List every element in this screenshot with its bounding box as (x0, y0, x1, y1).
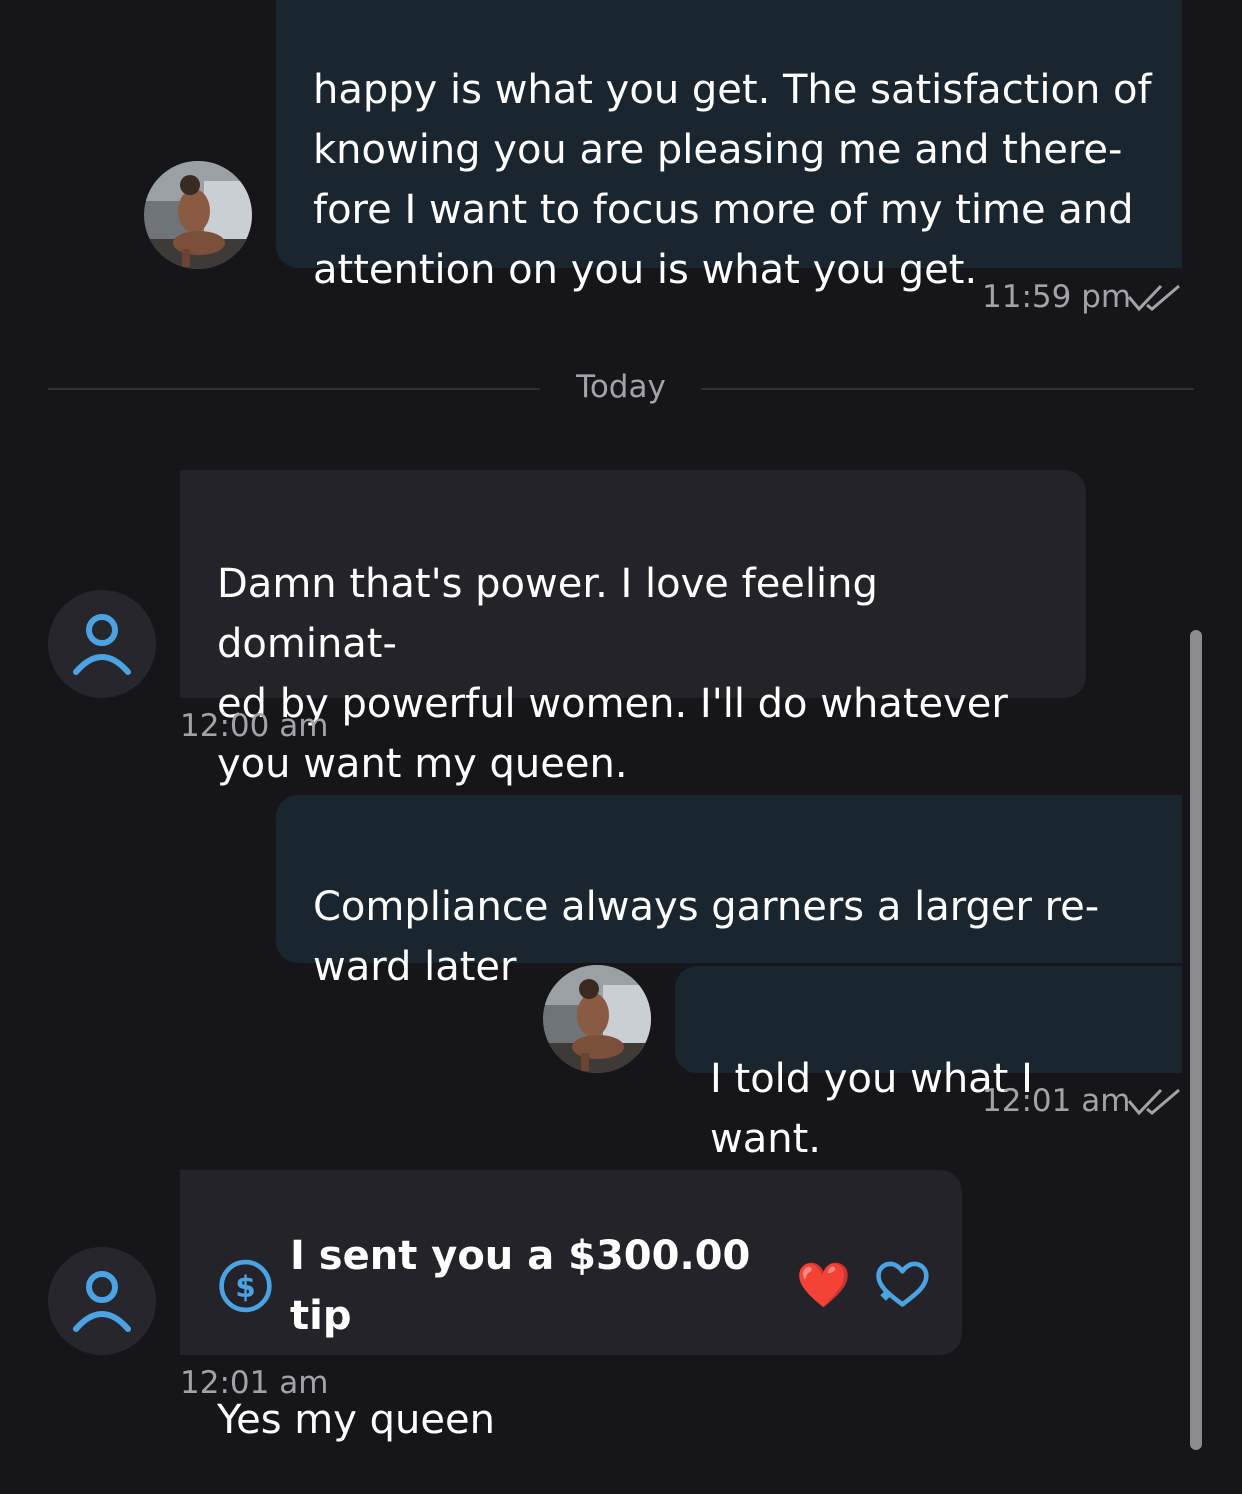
avatar-photo-image (543, 965, 651, 1073)
message-timestamp: 11:59 pm (982, 279, 1132, 315)
double-check-read-icon (1127, 1088, 1180, 1116)
double-check-read-icon (1127, 284, 1180, 312)
user-avatar[interactable] (48, 1247, 156, 1355)
incoming-tip-message-bubble[interactable]: $ I sent you a $300.00 tip ❤️ Yes my que… (180, 1170, 962, 1443)
svg-text:$: $ (235, 1270, 255, 1304)
outgoing-message-bubble[interactable]: I told you what I want. (675, 966, 1182, 1162)
message-timestamp: 12:00 am (180, 708, 329, 744)
message-timestamp: 12:01 am (982, 1083, 1131, 1119)
heart-emoji: ❤️ (796, 1260, 852, 1311)
tip-text: I sent you a $300.00 tip (289, 1233, 751, 1339)
incoming-message-bubble[interactable]: Damn that's power. I love feeling domina… (180, 470, 1086, 787)
message-text: Damn that's power. I love feeling domina… (217, 561, 1008, 787)
user-avatar[interactable] (48, 590, 156, 698)
scrollbar-thumb[interactable] (1190, 630, 1202, 1450)
sender-avatar-photo[interactable] (543, 965, 651, 1073)
divider-line-left (48, 388, 540, 390)
dollar-circle-icon: $ (219, 1259, 272, 1313)
outgoing-message-bubble[interactable]: happy is what you get. The satisfaction … (276, 0, 1182, 293)
date-divider: Today (576, 369, 666, 405)
user-icon (73, 614, 131, 675)
tip-line: $ I sent you a $300.00 tip ❤️ (217, 1233, 932, 1339)
outgoing-message-bubble[interactable]: Compliance always garners a larger re- w… (276, 795, 1182, 990)
divider-line-right (701, 388, 1194, 390)
user-icon (73, 1271, 131, 1332)
avatar-photo-image (144, 161, 252, 269)
message-timestamp: 12:01 am (180, 1365, 329, 1401)
sender-avatar-photo[interactable] (144, 161, 252, 269)
message-text: happy is what you get. The satisfaction … (313, 67, 1152, 293)
heart-reaction-icon[interactable] (873, 1260, 932, 1312)
chat-thread: happy is what you get. The satisfaction … (0, 0, 1242, 1494)
